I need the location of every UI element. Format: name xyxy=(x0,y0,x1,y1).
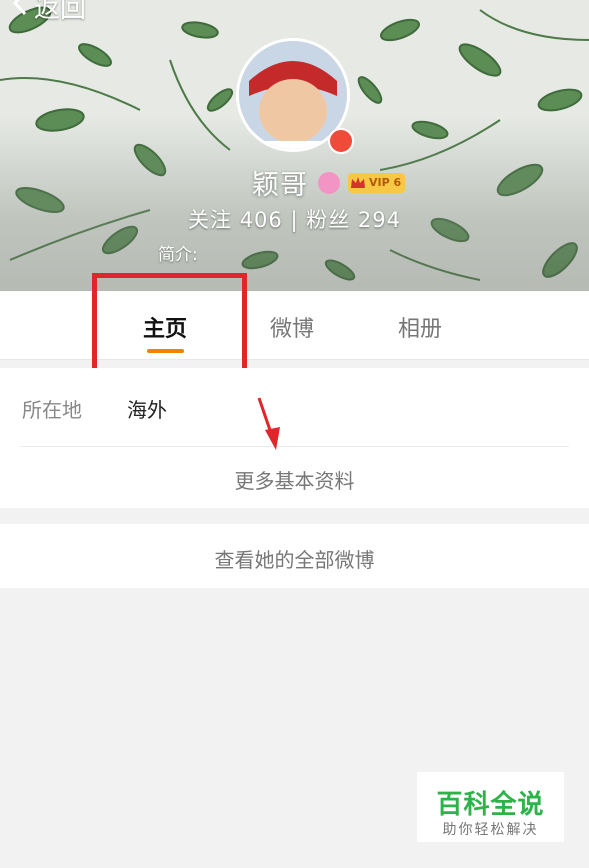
more-info-button[interactable]: 更多基本资料 xyxy=(0,465,589,494)
verified-badge-icon xyxy=(328,128,354,154)
profile-header: 返回 颖哥 VIP 6 关注 406 | 粉丝 294 简介: xyxy=(0,0,589,291)
username: 颖哥 xyxy=(252,170,308,201)
all-weibo-label: 查看她的全部微博 xyxy=(214,548,375,572)
tab-weibo[interactable]: 微博 xyxy=(270,311,314,343)
all-weibo-row[interactable]: 查看她的全部微博 xyxy=(0,524,589,588)
username-row: 颖哥 VIP 6 xyxy=(252,163,406,202)
location-value: 海外 xyxy=(127,398,167,422)
follow-stats[interactable]: 关注 406 | 粉丝 294 xyxy=(0,204,589,234)
annotation-highlight-box xyxy=(92,273,247,376)
watermark-subtitle: 助你轻松解决 xyxy=(442,822,539,838)
tab-album[interactable]: 相册 xyxy=(398,311,442,343)
vip-level-label: VIP 6 xyxy=(369,176,402,189)
chevron-left-icon xyxy=(12,0,28,23)
crown-icon xyxy=(351,176,365,188)
back-label: 返回 xyxy=(34,0,87,24)
intro-label: 简介: xyxy=(158,245,198,265)
vip-badge[interactable]: VIP 6 xyxy=(348,172,406,193)
female-gender-icon xyxy=(318,171,340,194)
back-button[interactable]: 返回 xyxy=(12,0,86,25)
profile-info-card: 所在地 海外 更多基本资料 xyxy=(0,368,589,508)
location-label: 所在地 xyxy=(22,398,82,422)
profile-tabs: 主页 微博 相册 xyxy=(0,291,589,360)
watermark-logo: 百科全说 助你轻松解决 xyxy=(417,772,564,842)
divider xyxy=(20,446,569,447)
watermark-title: 百科全说 xyxy=(436,790,545,820)
